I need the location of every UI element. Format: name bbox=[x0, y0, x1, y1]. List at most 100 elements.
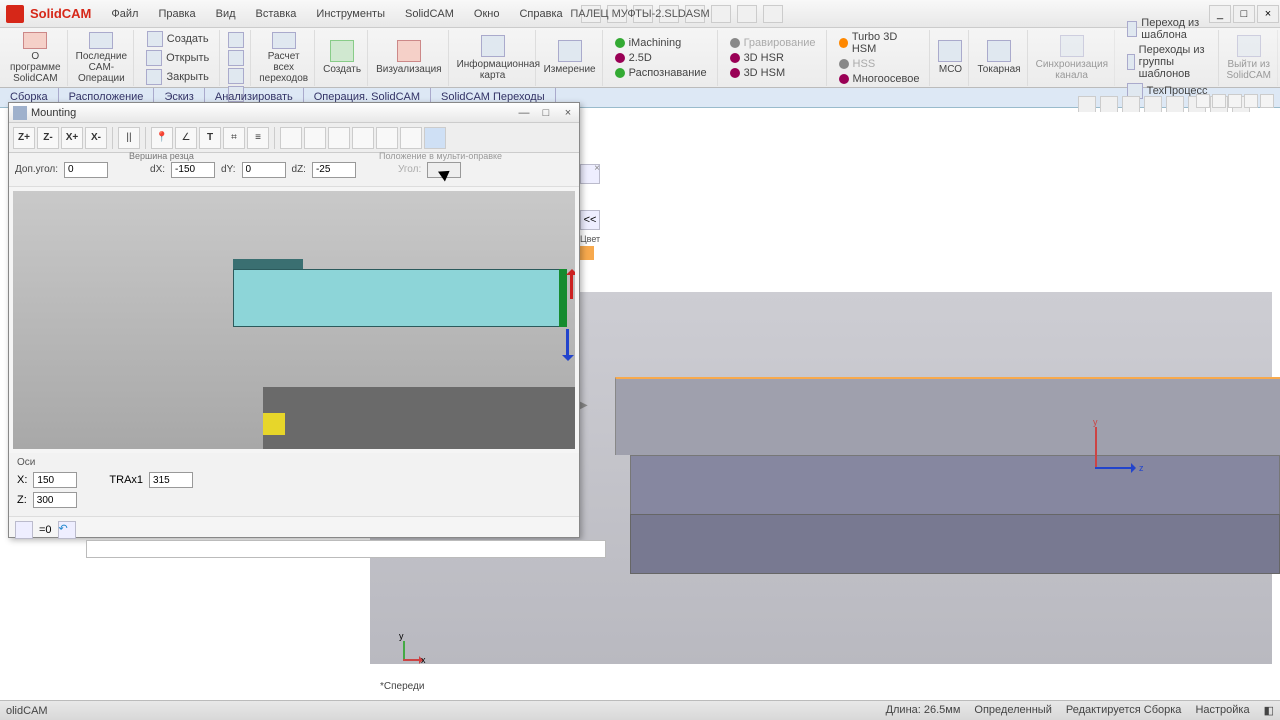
panel-expand-handle[interactable]: ▶ bbox=[580, 400, 588, 414]
view2-icon[interactable] bbox=[304, 127, 326, 149]
menu-window[interactable]: Окно bbox=[466, 4, 508, 24]
status-flag-icon[interactable]: ◧ bbox=[1264, 704, 1274, 717]
ribbon-turbohsm[interactable]: Turbo 3D HSM bbox=[835, 30, 924, 56]
ribbon-fromgroup[interactable]: Переходы из группы шаблонов bbox=[1123, 43, 1212, 81]
minimize-button[interactable]: _ bbox=[1209, 5, 1231, 23]
ribbon-filegroup: Создать Открыть Закрыть bbox=[136, 30, 220, 86]
ribbon-measure[interactable]: Измерение bbox=[538, 30, 603, 86]
pause-icon[interactable]: || bbox=[118, 127, 140, 149]
fence-icon[interactable]: ⌗ bbox=[223, 127, 245, 149]
panel-close-icon[interactable]: × bbox=[590, 162, 604, 176]
home-icon[interactable] bbox=[15, 521, 33, 539]
dialog-minimize-button[interactable]: — bbox=[517, 107, 531, 119]
min-icon[interactable] bbox=[1228, 94, 1242, 108]
ribbon-create[interactable]: Создать bbox=[143, 30, 213, 48]
dy-label: dY: bbox=[221, 164, 235, 175]
side-panel-peek: × << Цвет ▶ bbox=[580, 160, 606, 262]
ribbon-visual[interactable]: Визуализация bbox=[370, 30, 448, 86]
zplus-button[interactable]: Z+ bbox=[13, 127, 35, 149]
xplus-button[interactable]: X+ bbox=[61, 127, 83, 149]
view4-icon[interactable] bbox=[352, 127, 374, 149]
dialog-close-button[interactable]: × bbox=[561, 107, 575, 119]
status-defined: Определенный bbox=[974, 704, 1051, 717]
qat-undo-icon[interactable] bbox=[711, 5, 731, 23]
ribbon-exit[interactable]: Выйти из SolidCAM bbox=[1221, 30, 1278, 86]
ribbon-hss[interactable]: HSS bbox=[835, 57, 880, 71]
dialog-maximize-button[interactable]: □ bbox=[539, 107, 553, 119]
menu-solidcam[interactable]: SolidCAM bbox=[397, 4, 462, 24]
ribbon-engraving[interactable]: Гравирование bbox=[726, 36, 820, 50]
ribbon-turning[interactable]: Токарная bbox=[971, 30, 1027, 86]
trax-input[interactable] bbox=[149, 472, 193, 488]
ribbon-info[interactable]: Информационная карта bbox=[451, 30, 536, 86]
qat-redo-icon[interactable] bbox=[737, 5, 757, 23]
close-icon bbox=[146, 69, 162, 85]
app-logo-icon bbox=[6, 5, 24, 23]
ribbon-close[interactable]: Закрыть bbox=[142, 68, 212, 86]
z-input[interactable] bbox=[33, 492, 77, 508]
ribbon-hsm[interactable]: 3D HSM bbox=[726, 66, 790, 80]
bullet-icon bbox=[839, 59, 849, 69]
info-icon bbox=[481, 35, 505, 57]
calc-icon bbox=[272, 32, 296, 49]
menu-insert[interactable]: Вставка bbox=[248, 4, 305, 24]
max-icon[interactable] bbox=[1244, 94, 1258, 108]
ribbon-about[interactable]: О программе SolidCAM bbox=[4, 30, 68, 86]
close-button[interactable]: × bbox=[1257, 5, 1279, 23]
undo-icon[interactable]: ↶ bbox=[58, 521, 76, 539]
x-input[interactable] bbox=[33, 472, 77, 488]
addangle-input[interactable] bbox=[64, 162, 108, 178]
ribbon-create2[interactable]: Создать bbox=[317, 30, 368, 86]
dialog-title-bar[interactable]: Mounting — □ × bbox=[9, 103, 579, 123]
menu-view[interactable]: Вид bbox=[208, 4, 244, 24]
dialog-3d-preview[interactable] bbox=[13, 191, 575, 449]
angle-input[interactable] bbox=[427, 162, 461, 178]
ribbon-lastops[interactable]: Последние CAM-Операции bbox=[70, 30, 134, 86]
pin-icon[interactable]: 📍 bbox=[151, 127, 173, 149]
axis-y-label: y bbox=[399, 631, 404, 641]
close-doc-icon[interactable] bbox=[1260, 94, 1274, 108]
maximize-button[interactable]: □ bbox=[1233, 5, 1255, 23]
iso-view-icon[interactable] bbox=[424, 127, 446, 149]
t-icon[interactable]: T bbox=[199, 127, 221, 149]
workpiece-mid-face bbox=[630, 455, 1280, 515]
menu-tools[interactable]: Инструменты bbox=[308, 4, 393, 24]
ribbon-sync[interactable]: Синхронизация канала bbox=[1030, 30, 1115, 86]
ribbon-calc[interactable]: Расчет всех переходов bbox=[253, 30, 315, 86]
window-controls: _ □ × bbox=[1208, 5, 1280, 23]
status-setup[interactable]: Настройка bbox=[1195, 704, 1249, 717]
ribbon-mco[interactable]: МСО bbox=[932, 30, 969, 86]
view6-icon[interactable] bbox=[400, 127, 422, 149]
xminus-button[interactable]: X- bbox=[85, 127, 107, 149]
menu-file[interactable]: Файл bbox=[103, 4, 146, 24]
menu-edit[interactable]: Правка bbox=[150, 4, 203, 24]
menu-help[interactable]: Справка bbox=[511, 4, 570, 24]
ribbon-25d[interactable]: 2.5D bbox=[611, 51, 656, 65]
dz-input[interactable] bbox=[312, 162, 356, 178]
tile-icon[interactable] bbox=[1196, 94, 1210, 108]
ribbon-imachining[interactable]: iMachining bbox=[611, 36, 686, 50]
dy-input[interactable] bbox=[242, 162, 286, 178]
dx-input[interactable] bbox=[171, 162, 215, 178]
cube-icon[interactable] bbox=[228, 50, 244, 66]
ribbon-machining-col1: iMachining 2.5D Распознавание bbox=[605, 30, 718, 86]
color-swatch[interactable] bbox=[580, 246, 594, 260]
panel-collapse-button[interactable]: << bbox=[580, 210, 600, 230]
command-input[interactable] bbox=[86, 540, 606, 558]
angle-icon[interactable]: ∠ bbox=[175, 127, 197, 149]
ribbon-multiaxis[interactable]: Многоосевое bbox=[835, 72, 924, 86]
timeline-icon[interactable]: ≡ bbox=[247, 127, 269, 149]
tile-icon[interactable] bbox=[1212, 94, 1226, 108]
view5-icon[interactable] bbox=[376, 127, 398, 149]
view3-icon[interactable] bbox=[328, 127, 350, 149]
zminus-button[interactable]: Z- bbox=[37, 127, 59, 149]
ribbon-hsr[interactable]: 3D HSR bbox=[726, 51, 788, 65]
ribbon-recognize[interactable]: Распознавание bbox=[611, 66, 711, 80]
cube-icon[interactable] bbox=[228, 32, 244, 48]
cube-icon[interactable] bbox=[228, 68, 244, 84]
ribbon-fromtemplate[interactable]: Переход из шаблона bbox=[1123, 16, 1212, 42]
ribbon-open[interactable]: Открыть bbox=[142, 49, 213, 67]
qat-options-icon[interactable] bbox=[763, 5, 783, 23]
status-length: Длина: 26.5мм bbox=[886, 704, 961, 717]
view1-icon[interactable] bbox=[280, 127, 302, 149]
